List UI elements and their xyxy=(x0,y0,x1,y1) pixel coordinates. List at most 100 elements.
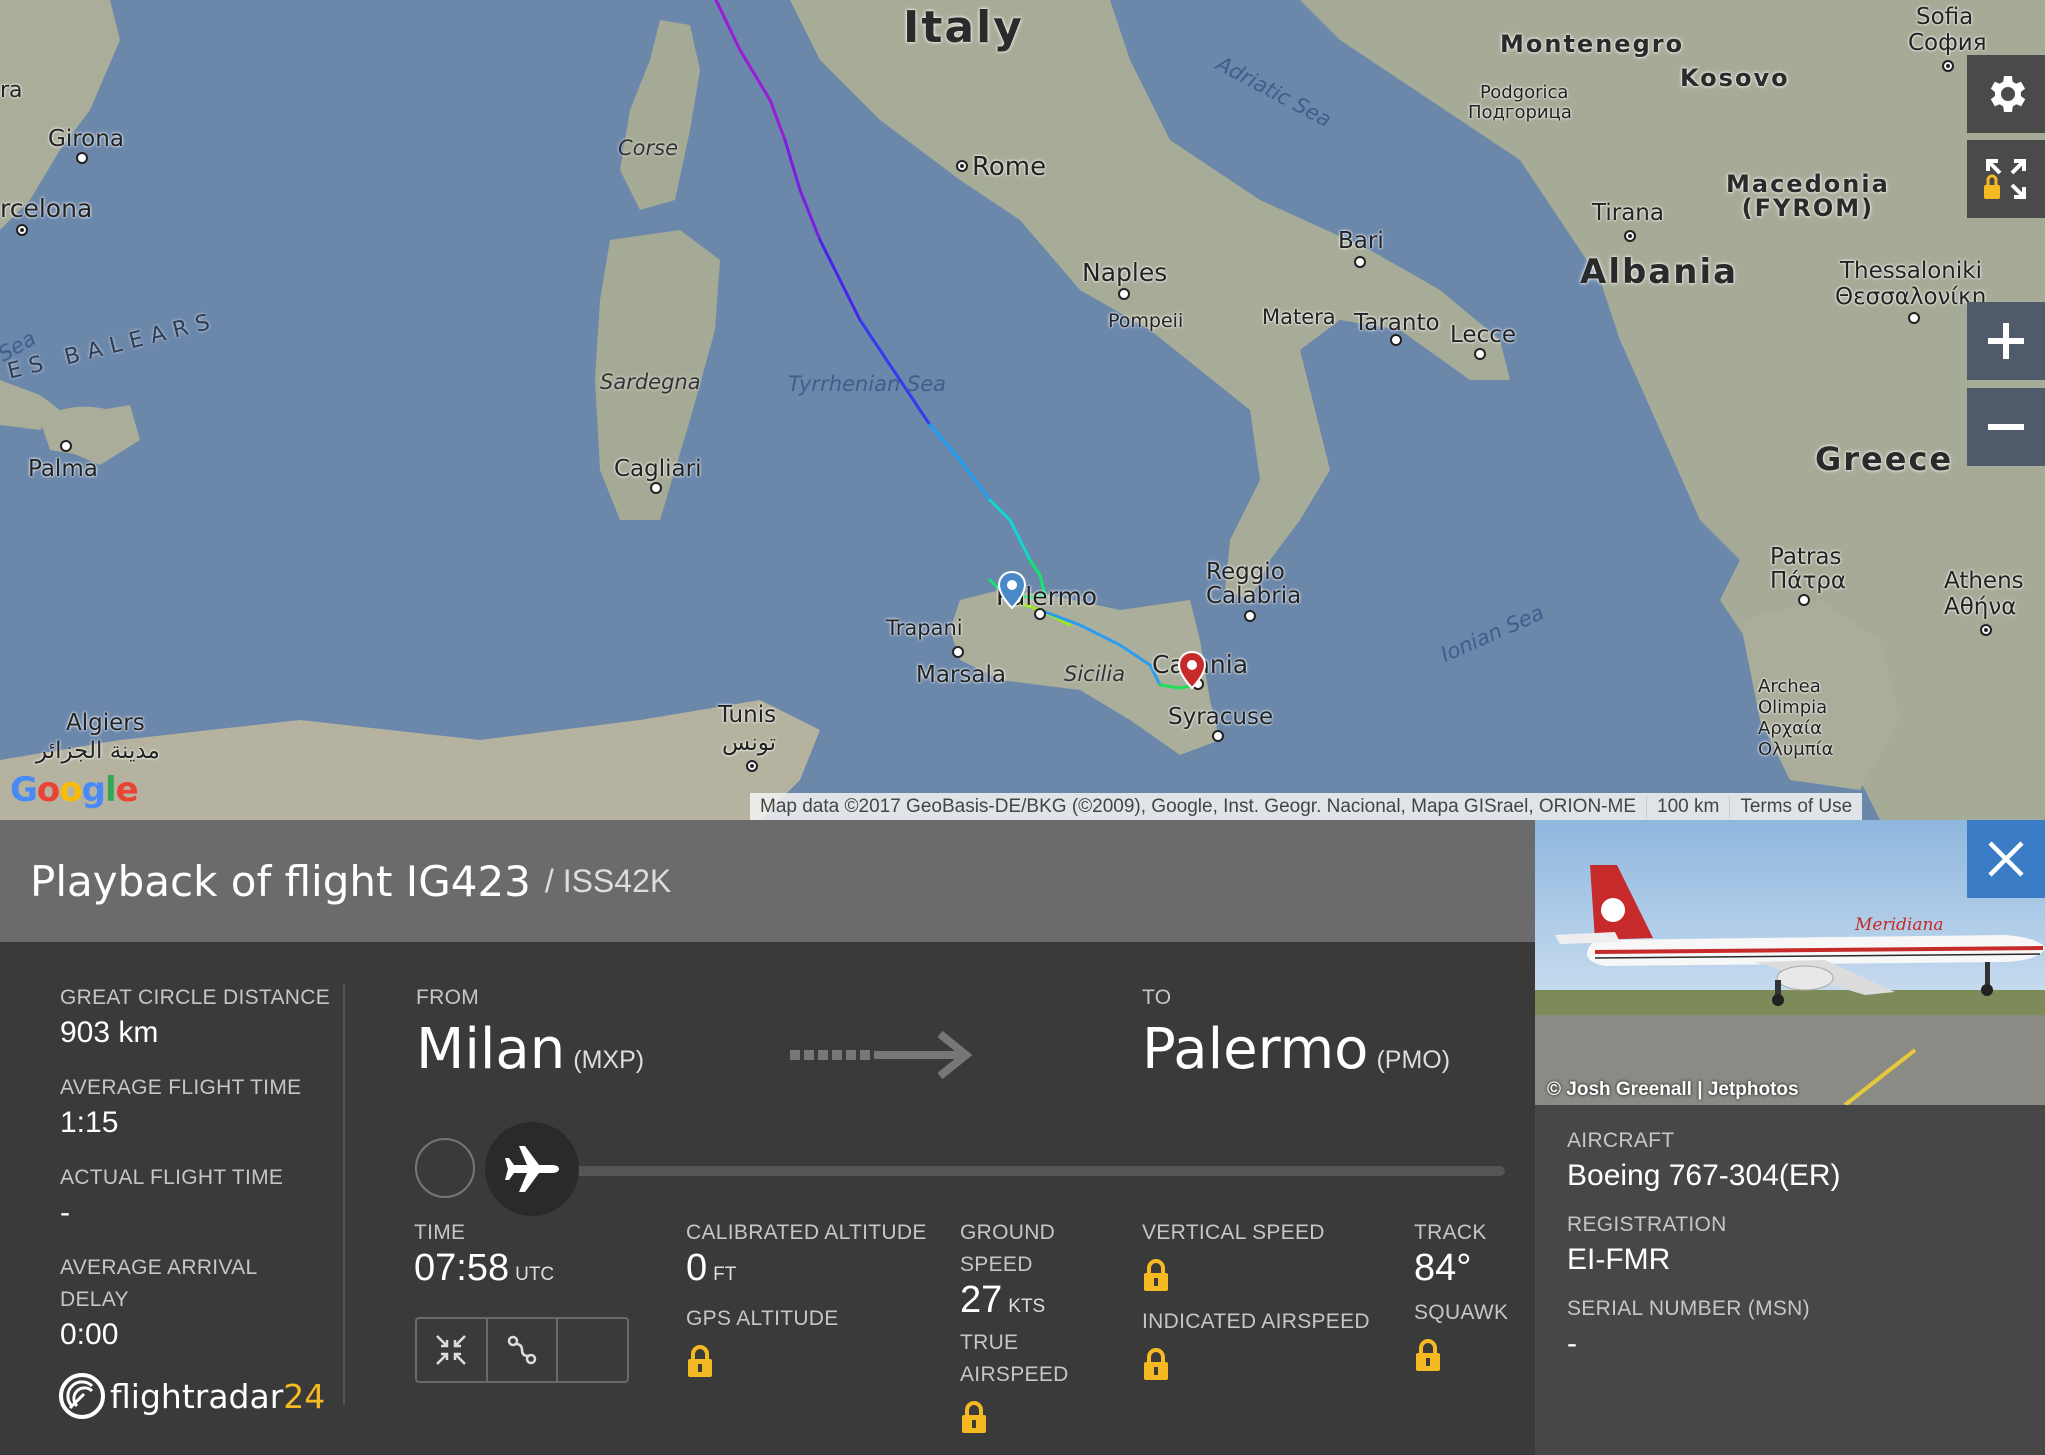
route-to: TO Palermo (PMO) xyxy=(1142,982,1450,1086)
lock-icon[interactable] xyxy=(960,1401,988,1435)
photo-credit[interactable]: © Josh Greenall | Jetphotos xyxy=(1547,1079,1799,1101)
city-dot xyxy=(1624,230,1636,242)
country-greece: Greece xyxy=(1815,440,1954,478)
city-girona: Girona xyxy=(48,126,124,152)
playback-timeline[interactable] xyxy=(415,1112,1507,1222)
flightradar24-logo: flightradar 24 xyxy=(58,1372,325,1420)
google-logo: Google xyxy=(10,770,139,810)
city-dot xyxy=(1354,256,1366,268)
route-from: FROM Milan (MXP) xyxy=(416,982,644,1086)
collapse-icon xyxy=(436,1335,467,1365)
metric-time: TIME 07:58 UTC xyxy=(414,1217,554,1287)
city-naples: Naples xyxy=(1082,258,1168,287)
from-label: FROM xyxy=(416,986,480,1009)
serial-value: - xyxy=(1567,1327,1577,1360)
fullscreen-icon xyxy=(1984,159,2026,199)
city-patras: Patras xyxy=(1770,544,1842,570)
settings-button[interactable] xyxy=(1967,55,2045,133)
to-iata: (PMO) xyxy=(1376,1046,1451,1074)
city-podgorica: Podgorica xyxy=(1480,82,1569,103)
city-dot xyxy=(1942,60,1954,72)
stat-value: - xyxy=(60,1196,70,1229)
city-athens: Athens xyxy=(1944,568,2024,594)
city-athens-gr: Αθήνα xyxy=(1944,594,2017,620)
sea-tyrrhenian: Tyrrhenian Sea xyxy=(788,372,947,396)
stat-label: AVERAGE ARRIVAL DELAY xyxy=(60,1256,257,1311)
city-dot xyxy=(956,160,968,172)
city-rome: Rome xyxy=(972,152,1047,182)
stat-value: 903 km xyxy=(60,1016,159,1049)
city-sofia: Sofia xyxy=(1916,4,1974,30)
arrow-right-icon xyxy=(790,1030,973,1080)
to-city: Palermo xyxy=(1142,1017,1369,1082)
scale-label: 100 km xyxy=(1647,795,1731,818)
aircraft-label: AIRCRAFT xyxy=(1567,1129,1675,1152)
aircraft-value: Boeing 767-304(ER) xyxy=(1567,1159,1841,1192)
city-dot xyxy=(60,440,72,452)
close-icon xyxy=(1988,841,2024,877)
aircraft-registration: REGISTRATION EI-FMR xyxy=(1567,1209,1841,1279)
app-root: Italy Montenegro Kosovo Macedonia (FYROM… xyxy=(0,0,2045,1455)
timeline-handle[interactable] xyxy=(485,1122,579,1216)
stat-label: AVERAGE FLIGHT TIME xyxy=(60,1076,302,1099)
zoom-in-button[interactable] xyxy=(1967,302,2045,380)
timeline-bar[interactable] xyxy=(535,1166,1505,1176)
origin-marker-icon[interactable] xyxy=(996,570,1028,610)
play-start-circle[interactable] xyxy=(415,1138,475,1198)
city-tunis-ar: تونس xyxy=(722,730,777,756)
collapse-button[interactable] xyxy=(417,1319,488,1381)
city-dot xyxy=(1244,610,1256,622)
playback-header: Playback of flight IG423 / ISS42K xyxy=(0,820,1535,942)
city-dot xyxy=(1474,348,1486,360)
flight-map[interactable]: Italy Montenegro Kosovo Macedonia (FYROM… xyxy=(0,0,2045,820)
lock-icon[interactable] xyxy=(1142,1348,1170,1382)
city-matera: Matera xyxy=(1262,305,1336,329)
city-dot xyxy=(952,646,964,658)
city-cagliari: Cagliari xyxy=(614,456,702,482)
cal-alt-value: 0 xyxy=(686,1247,708,1289)
svg-text:Meridiana: Meridiana xyxy=(1854,915,1944,935)
to-label: TO xyxy=(1142,986,1172,1009)
flight-stats: GREAT CIRCLE DISTANCE 903 km AVERAGE FLI… xyxy=(60,982,340,1374)
cal-alt-label: CALIBRATED ALTITUDE xyxy=(686,1221,927,1244)
zoom-out-button[interactable] xyxy=(1967,388,2045,466)
terms-link[interactable]: Terms of Use xyxy=(1730,796,1862,818)
lock-icon[interactable] xyxy=(1414,1339,1442,1373)
ground-speed-value: 27 xyxy=(960,1279,1003,1321)
metric-calibrated-altitude: CALIBRATED ALTITUDE 0 FT GPS ALTITUDE xyxy=(686,1217,927,1384)
destination-marker-icon[interactable] xyxy=(1176,650,1208,690)
fullscreen-button[interactable] xyxy=(1967,140,2045,218)
city-thessaloniki: Thessaloniki xyxy=(1840,258,1982,284)
city-algiers-ar: مدينة الجزائر xyxy=(36,738,160,764)
city-ra: ra xyxy=(0,78,23,103)
city-tunis: Tunis xyxy=(718,702,777,728)
logo-suffix: 24 xyxy=(283,1376,326,1416)
minus-icon xyxy=(1988,424,2024,430)
aircraft-info: AIRCRAFT Boeing 767-304(ER) REGISTRATION… xyxy=(1567,1125,1841,1377)
island-sardegna: Sardegna xyxy=(600,370,701,394)
lock-icon[interactable] xyxy=(686,1345,714,1379)
city-tirana: Tirana xyxy=(1592,200,1664,226)
close-button[interactable] xyxy=(1967,820,2045,898)
radar-logo-icon xyxy=(59,1373,105,1419)
city-dot xyxy=(1390,334,1402,346)
route-button[interactable] xyxy=(488,1319,559,1381)
serial-label: SERIAL NUMBER (MSN) xyxy=(1567,1297,1810,1320)
gps-alt-label: GPS ALTITUDE xyxy=(686,1307,839,1330)
city-taranto: Taranto xyxy=(1354,310,1440,336)
true-airspeed-label: TRUE AIRSPEED xyxy=(960,1331,1069,1386)
city-dot xyxy=(16,224,28,236)
flight-details-panel: GREAT CIRCLE DISTANCE 903 km AVERAGE FLI… xyxy=(0,942,1535,1455)
map-attribution: Map data ©2017 GeoBasis-DE/BKG (©2009), … xyxy=(750,793,1863,820)
stat-avg-arrival-delay: AVERAGE ARRIVAL DELAY 0:00 xyxy=(60,1252,340,1354)
map-terrain xyxy=(0,0,2045,820)
lock-icon[interactable] xyxy=(1142,1259,1170,1293)
city-dot xyxy=(1212,730,1224,742)
toolbar-empty-button[interactable] xyxy=(558,1319,627,1381)
city-marsala: Marsala xyxy=(916,662,1006,688)
playback-toolbar xyxy=(415,1317,629,1383)
city-dot xyxy=(1980,624,1992,636)
stat-actual-flight-time: ACTUAL FLIGHT TIME - xyxy=(60,1162,340,1232)
city-barcelona: rcelona xyxy=(0,194,93,223)
plane-icon xyxy=(505,1146,559,1192)
